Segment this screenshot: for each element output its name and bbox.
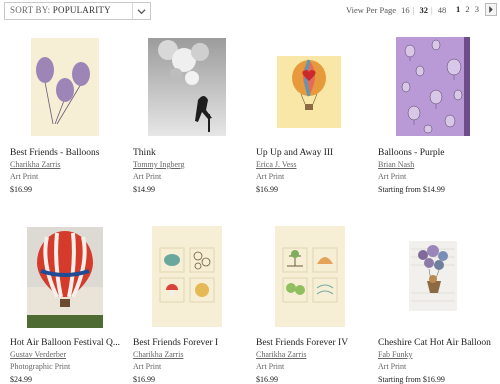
product-type: Art Print xyxy=(378,362,407,371)
page-link-3[interactable]: 3 xyxy=(475,4,479,14)
product-type: Art Print xyxy=(256,362,285,371)
sort-label: SORT BY: POPULARITY xyxy=(10,5,111,15)
product-type: Art Print xyxy=(133,362,162,371)
product-image[interactable] xyxy=(27,227,103,328)
next-page-button[interactable] xyxy=(485,3,497,16)
page-link-1[interactable]: 1 xyxy=(456,4,460,14)
product-artist[interactable]: Brian Nash xyxy=(378,160,414,169)
product-title[interactable]: Up Up and Away III xyxy=(256,148,380,158)
product-image[interactable] xyxy=(152,226,222,327)
product-title[interactable]: Hot Air Balloon Festival Q... xyxy=(10,338,134,348)
view-per-page: View Per Page 16 | 32 | 48 xyxy=(346,5,447,15)
product-artist[interactable]: Charikha Zarris xyxy=(10,160,60,169)
chevron-right-icon xyxy=(489,6,493,13)
sort-value: POPULARITY xyxy=(52,5,111,15)
sort-prefix: SORT BY: xyxy=(10,5,51,15)
product-price: $14.99 xyxy=(133,185,155,194)
product-image[interactable] xyxy=(148,38,226,136)
product-artist[interactable]: Erica J. Vess xyxy=(256,160,297,169)
per-page-option-48[interactable]: 48 xyxy=(438,5,447,15)
pagination: 1 2 3 xyxy=(456,4,482,14)
product-artist[interactable]: Charikha Zarris xyxy=(256,350,306,359)
product-image[interactable] xyxy=(409,241,457,311)
product-title[interactable]: Best Friends Forever IV xyxy=(256,338,380,348)
product-artist[interactable]: Charikha Zarris xyxy=(133,350,183,359)
chevron-down-icon[interactable] xyxy=(132,3,150,19)
product-title[interactable]: Best Friends - Balloons xyxy=(10,148,134,158)
product-price: $16.99 xyxy=(10,185,32,194)
product-type: Art Print xyxy=(256,172,285,181)
page-link-2[interactable]: 2 xyxy=(465,4,469,14)
product-image[interactable] xyxy=(275,226,345,327)
product-artist[interactable]: Gustav Verderber xyxy=(10,350,66,359)
per-page-option-32[interactable]: 32 xyxy=(419,5,428,15)
product-title[interactable]: Best Friends Forever I xyxy=(133,338,257,348)
product-title[interactable]: Think xyxy=(133,148,257,158)
product-price: $16.99 xyxy=(133,375,155,384)
product-type: Art Print xyxy=(10,172,39,181)
product-title[interactable]: Balloons - Purple xyxy=(378,148,500,158)
product-price: Starting from $16.99 xyxy=(378,375,445,384)
product-type: Art Print xyxy=(378,172,407,181)
product-title[interactable]: Cheshire Cat Hot Air Balloon xyxy=(378,338,500,348)
product-price: $16.99 xyxy=(256,185,278,194)
product-price: $16.99 xyxy=(256,375,278,384)
product-price: $24.99 xyxy=(10,375,32,384)
listing-toolbar: SORT BY: POPULARITY View Per Page 16 | 32… xyxy=(0,0,500,22)
product-image[interactable] xyxy=(31,38,99,136)
product-image[interactable] xyxy=(396,37,470,136)
per-page-option-16[interactable]: 16 xyxy=(401,5,410,15)
product-artist[interactable]: Fab Funky xyxy=(378,350,412,359)
product-type: Photographic Print xyxy=(10,362,71,371)
product-artist[interactable]: Tommy Ingberg xyxy=(133,160,185,169)
product-type: Art Print xyxy=(133,172,162,181)
product-image[interactable] xyxy=(277,56,341,128)
product-price: Starting from $14.99 xyxy=(378,185,445,194)
sort-dropdown[interactable]: SORT BY: POPULARITY xyxy=(4,2,151,20)
view-per-page-label: View Per Page xyxy=(346,5,397,15)
